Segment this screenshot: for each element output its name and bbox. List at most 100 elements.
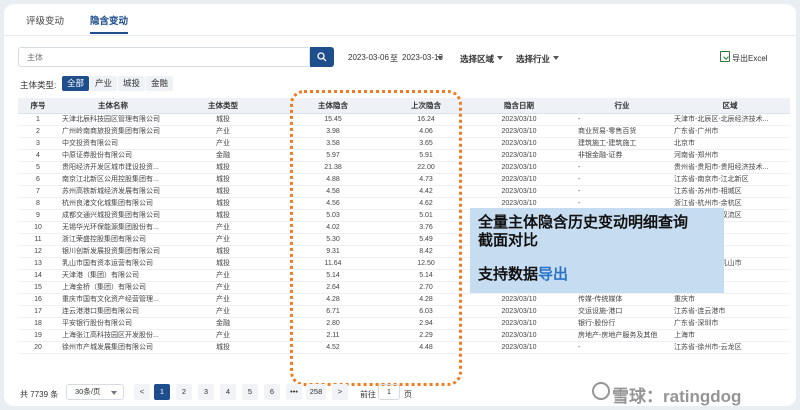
type-chip-urban-invest[interactable]: 城投 [118,76,146,91]
row-date: 2023/03/10 [464,137,574,150]
row-date: 2023/03/10 [464,329,574,342]
row-index: 10 [18,221,58,234]
industry-caret-icon[interactable] [553,56,559,60]
row-name[interactable]: 徐州市产城发展集团有限公司 [58,341,168,354]
region-select[interactable]: 选择区域 [460,53,494,65]
row-implied: 3.58 [278,137,388,150]
col-header-prev-implied[interactable]: 上次隐含 [388,98,464,114]
table-row[interactable]: 17 连云港港口集团有限公司 产业 6.71 6.03 2023/03/10 交运设施-港口… [18,305,790,318]
row-date: 2023/03/10 [464,125,574,138]
row-index: 19 [18,329,58,342]
table-row[interactable]: 16 重庆市国有文化资产经营管理... 产业 4.28 4.28 2023/03/10 传媒… [18,293,790,306]
table-row[interactable]: 6 南京江北新区公用控股集团有... 城投 4.88 4.73 2023/03/10- 江苏… [18,173,790,186]
row-name[interactable]: 无锡华光环保能源集团股份有... [58,221,168,234]
table-row[interactable]: 2 广州岭南商旅投资集团有限公司 产业 3.98 4.06 2023/03/10 商业贸易-… [18,125,790,138]
date-start[interactable]: 2023-03-06 [348,53,389,62]
page-1-button[interactable]: 1 [154,384,170,400]
col-header-date[interactable]: 隐含日期 [464,98,574,114]
col-header-name[interactable]: 主体名称 [58,98,168,114]
row-index: 3 [18,137,58,150]
row-implied: 4.56 [278,197,388,210]
row-index: 16 [18,293,58,306]
row-region: 河南省-郑州市 [670,149,790,162]
row-index: 12 [18,245,58,258]
table-row[interactable]: 4 中原证券股份有限公司 金融 5.97 5.91 2023/03/10 非银金融-证券 河南… [18,149,790,162]
search-input[interactable] [19,48,309,66]
col-header-implied[interactable]: 主体隐含 [278,98,388,114]
row-prev-implied: 4.48 [388,341,464,354]
row-region: 广东省-深圳市 [670,317,790,330]
page-last-button[interactable]: 258 [306,384,326,400]
row-name[interactable]: 上海金桥（集团）有限公司 [58,281,168,294]
table-row[interactable]: 19 上海张江高科技园区开发股份... 产业 2.11 2.29 2023/03/10 房地… [18,329,790,342]
type-chip-industry[interactable]: 产业 [90,76,118,91]
table-row[interactable]: 3 中交投资有限公司 产业 3.58 3.65 2023/03/10 建筑施工-建筑施工 北京… [18,137,790,150]
watermark-logo-icon [592,382,610,400]
row-name[interactable]: 银川创新发展投资集团有限公司 [58,245,168,258]
row-name[interactable]: 南京江北新区公用控股集团有... [58,173,168,186]
row-prev-implied: 2.29 [388,329,464,342]
row-name[interactable]: 中原证券股份有限公司 [58,149,168,162]
row-name[interactable]: 乳山市国有资本运营有限公司 [58,257,168,270]
table-row[interactable]: 7 苏州高铁新城经济发展有限公司 城投 4.58 4.42 2023/03/10- 江苏省-… [18,185,790,198]
table-row[interactable]: 18 平安银行股份有限公司 金融 2.80 2.94 2023/03/10 银行-股份行 广东… [18,317,790,330]
search-field[interactable] [18,47,310,67]
col-header-type[interactable]: 主体类型 [168,98,278,114]
next-page-button[interactable]: > [332,384,348,400]
industry-select[interactable]: 选择行业 [516,53,550,65]
search-icon [317,52,327,62]
row-name[interactable]: 天津北辰科技园区管理有限公司 [58,113,168,126]
type-chip-all[interactable]: 全部 [62,76,90,91]
row-name[interactable]: 苏州高铁新城经济发展有限公司 [58,185,168,198]
row-name[interactable]: 平安银行股份有限公司 [58,317,168,330]
tab-rating-change[interactable]: 评级变动 [26,13,64,27]
row-name[interactable]: 贵阳经济开发区城市建设投资... [58,161,168,174]
table-row[interactable]: 20 徐州市产城发展集团有限公司 城投 4.52 4.48 2023/03/10- 江苏省-… [18,341,790,354]
row-industry: - [574,185,670,198]
page-size-select[interactable]: 30条/页 [66,384,124,400]
row-name[interactable]: 重庆市国有文化资产经营管理... [58,293,168,306]
row-index: 9 [18,209,58,222]
excel-export-icon[interactable] [720,51,730,62]
row-index: 5 [18,161,58,174]
page-3-button[interactable]: 3 [198,384,214,400]
col-header-industry[interactable]: 行业 [574,98,670,114]
page-4-button[interactable]: 4 [220,384,236,400]
row-name[interactable]: 浙江荣盛控股集团有限公司 [58,233,168,246]
row-name[interactable]: 广州岭南商旅投资集团有限公司 [58,125,168,138]
date-dropdown-icon[interactable] [437,56,443,60]
table-header-row: 序号 主体名称 主体类型 主体隐含 上次隐含 隐含日期 行业 区域 [18,98,790,114]
row-name[interactable]: 杭州良渚文化城集团有限公司 [58,197,168,210]
region-caret-icon[interactable] [497,56,503,60]
col-header-region[interactable]: 区域 [670,98,790,114]
promo-line-3-text: 支持数据 [478,265,539,283]
row-region: 江苏省-徐州市-云龙区 [670,341,790,354]
row-date: 2023/03/10 [464,113,574,126]
col-header-index[interactable]: 序号 [18,98,58,114]
goto-page-input[interactable]: 1 [378,384,400,400]
row-name[interactable]: 连云港港口集团有限公司 [58,305,168,318]
page-2-button[interactable]: 2 [176,384,192,400]
row-prev-implied: 5.14 [388,269,464,282]
export-excel-button[interactable]: 导出Excel [732,53,768,64]
page-6-button[interactable]: 6 [264,384,280,400]
type-chip-finance[interactable]: 金融 [146,76,174,91]
table-row[interactable]: 5 贵阳经济开发区城市建设投资... 城投 21.38 22.00 2023/03/10-… [18,161,790,174]
row-name[interactable]: 成都交通兴城投资集团有限公司 [58,209,168,222]
row-prev-implied: 5.91 [388,149,464,162]
row-implied: 9.31 [278,245,388,258]
row-prev-implied: 12.50 [388,257,464,270]
prev-page-button[interactable]: < [134,384,150,400]
table-row[interactable]: 1 天津北辰科技园区管理有限公司 城投 15.45 16.24 2023/03/10- 天津… [18,113,790,126]
row-name[interactable]: 上海张江高科技园区开发股份... [58,329,168,342]
search-button[interactable] [310,47,334,67]
page-ellipsis-button[interactable]: ••• [286,384,302,400]
row-implied: 4.52 [278,341,388,354]
row-type: 城投 [168,209,278,222]
row-name[interactable]: 天津港（集团）有限公司 [58,269,168,282]
row-name[interactable]: 中交投资有限公司 [58,137,168,150]
page-5-button[interactable]: 5 [242,384,258,400]
row-type: 产业 [168,125,278,138]
tab-implied-change[interactable]: 隐含变动 [90,13,128,27]
row-region: 贵州省-贵阳市-贵阳经济技术... [670,161,790,174]
